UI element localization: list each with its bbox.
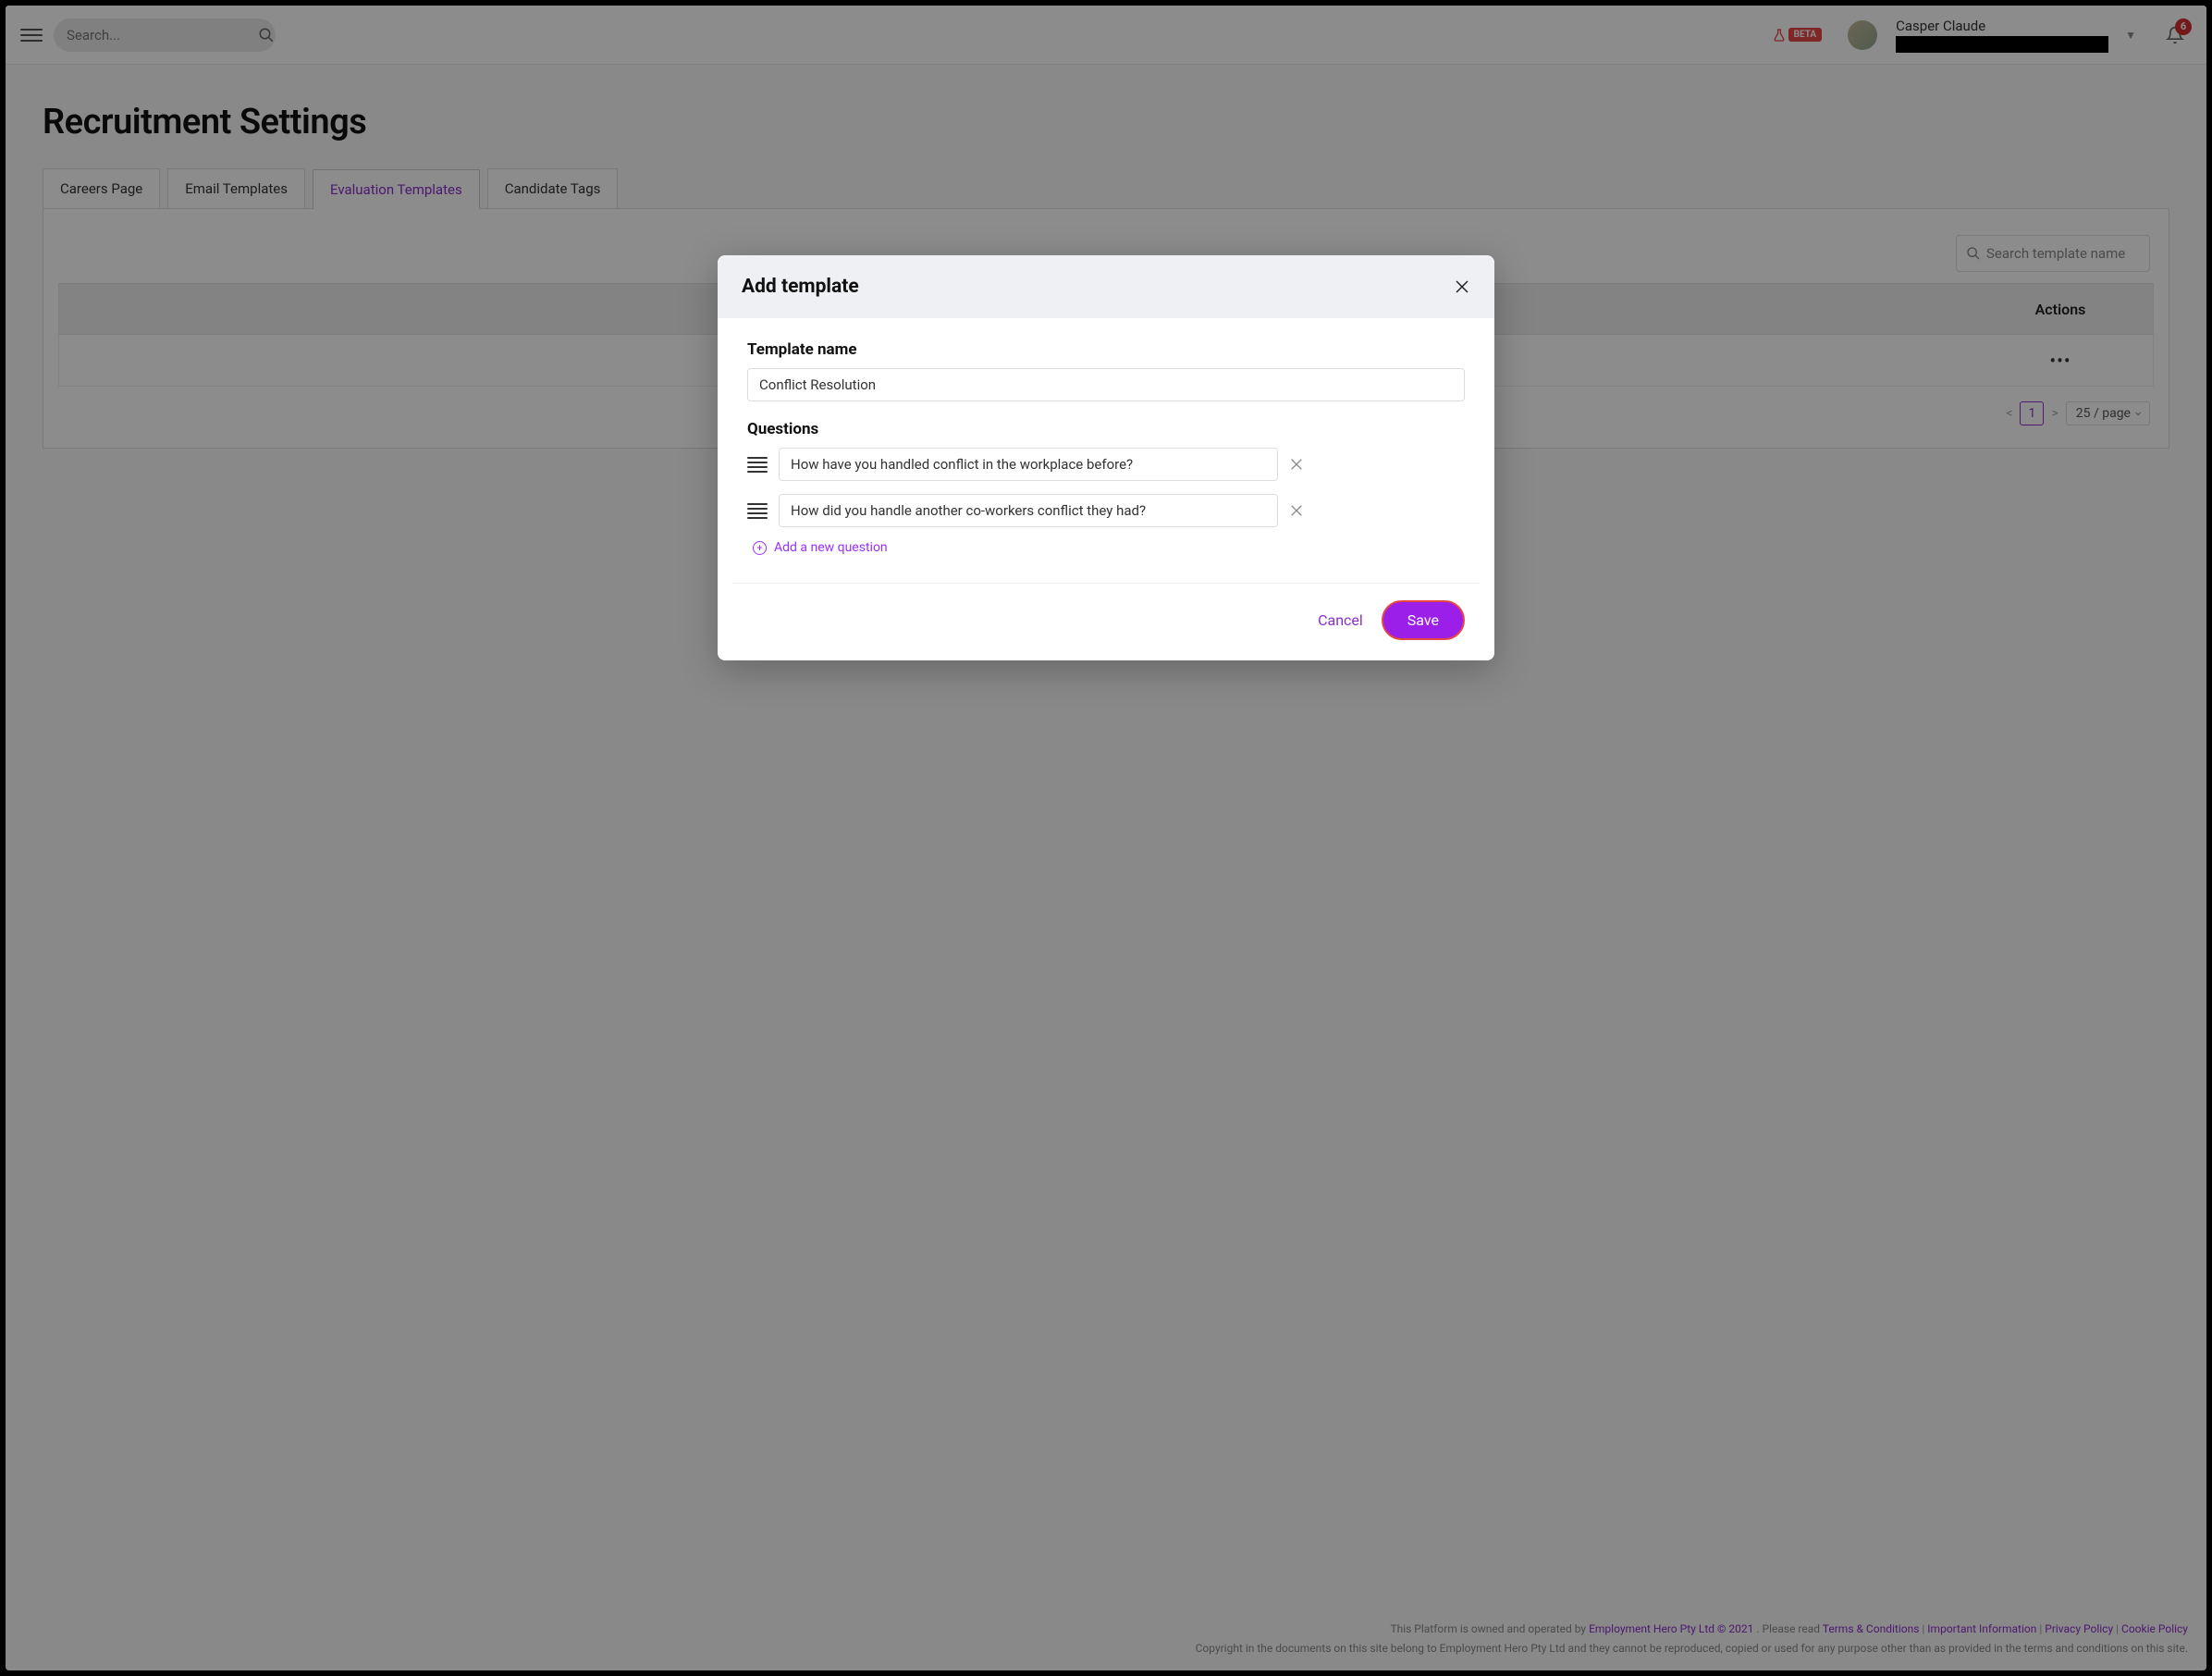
add-question-label: Add a new question <box>774 540 888 555</box>
drag-handle-icon[interactable] <box>747 503 768 519</box>
modal-title: Add template <box>742 276 859 298</box>
add-template-modal: Add template Template name Questions <box>718 255 1494 660</box>
close-icon[interactable] <box>1454 278 1470 295</box>
remove-question-icon[interactable] <box>1289 503 1311 518</box>
question-row <box>747 494 1465 527</box>
add-question-button[interactable]: + Add a new question <box>753 540 1465 555</box>
template-name-label: Template name <box>747 340 1465 359</box>
plus-circle-icon: + <box>753 541 767 555</box>
template-name-input[interactable] <box>747 368 1465 401</box>
remove-question-icon[interactable] <box>1289 457 1311 472</box>
question-row <box>747 448 1465 481</box>
drag-handle-icon[interactable] <box>747 457 768 473</box>
modal-overlay: Add template Template name Questions <box>6 6 2206 1670</box>
question-input-1[interactable] <box>779 448 1278 481</box>
cancel-button[interactable]: Cancel <box>1318 611 1363 629</box>
save-button[interactable]: Save <box>1382 600 1465 640</box>
question-input-2[interactable] <box>779 494 1278 527</box>
questions-label: Questions <box>747 420 1465 438</box>
